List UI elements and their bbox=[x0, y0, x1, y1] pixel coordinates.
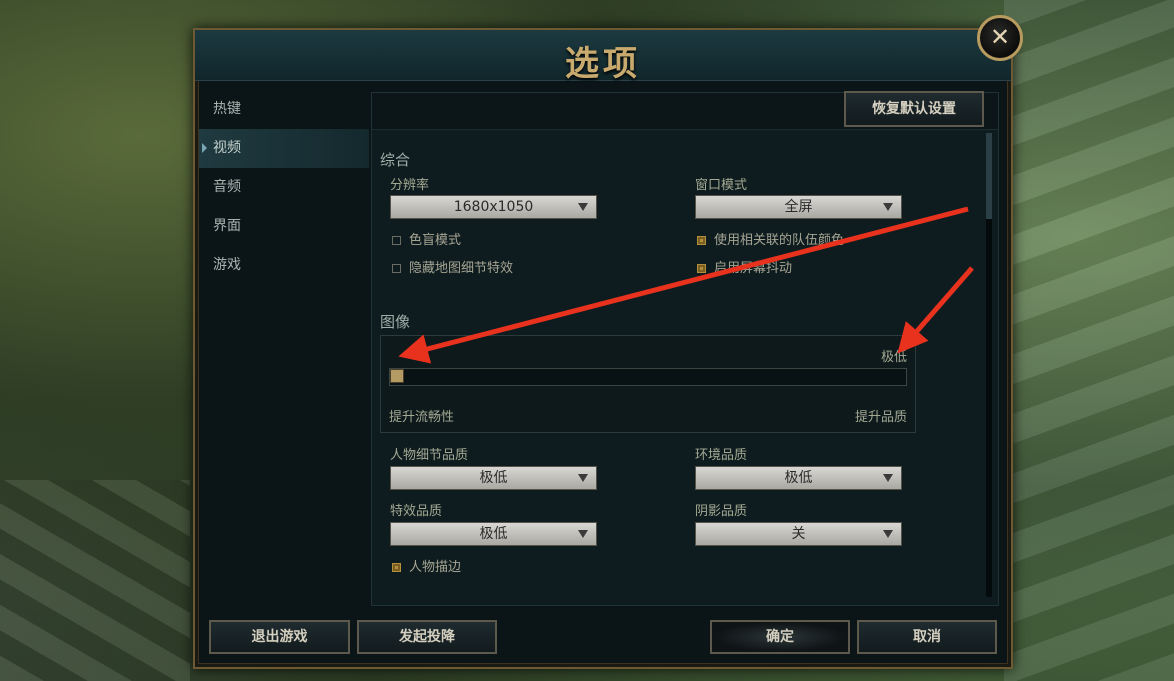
surrender-button[interactable]: 发起投降 bbox=[357, 620, 497, 654]
screen-shake-checkbox[interactable]: 启用屏幕抖动 bbox=[697, 257, 792, 276]
background-stones-left bbox=[0, 480, 190, 681]
background-stones-right bbox=[1004, 0, 1174, 681]
dialog-title-bar: 选项 bbox=[195, 30, 1011, 84]
shadow-quality-dropdown[interactable]: 关 bbox=[695, 522, 902, 546]
chevron-down-icon bbox=[883, 203, 893, 211]
dialog-title: 选项 bbox=[565, 44, 641, 84]
sidebar-item-game[interactable]: 游戏 bbox=[199, 246, 369, 285]
sidebar-item-hotkeys[interactable]: 热键 bbox=[199, 90, 369, 129]
effects-quality-value: 极低 bbox=[479, 526, 508, 542]
window-mode-dropdown[interactable]: 全屏 bbox=[695, 195, 902, 219]
options-dialog: 选项 热键 视频 音频 界面 游戏 恢复默认设置 综合 分辨率 1680x105… bbox=[193, 28, 1013, 669]
effects-quality-label: 特效品质 bbox=[390, 504, 443, 519]
chevron-down-icon bbox=[883, 474, 893, 482]
scrollbar[interactable] bbox=[986, 133, 992, 597]
checkbox-label: 色盲模式 bbox=[409, 233, 462, 248]
options-sidebar: 热键 视频 音频 界面 游戏 bbox=[199, 90, 369, 285]
checkbox-label: 启用屏幕抖动 bbox=[714, 261, 793, 276]
character-quality-value: 极低 bbox=[479, 470, 508, 486]
content-header: 恢复默认设置 bbox=[372, 91, 998, 130]
close-icon[interactable]: ✕ bbox=[977, 15, 1023, 61]
graphics-quality-box: 极低 提升流畅性 提升品质 bbox=[380, 335, 916, 433]
resolution-dropdown[interactable]: 1680x1050 bbox=[390, 195, 597, 219]
sidebar-item-video[interactable]: 视频 bbox=[199, 129, 369, 168]
chevron-down-icon bbox=[578, 530, 588, 538]
shadow-quality-label: 阴影品质 bbox=[695, 504, 748, 519]
checkbox-box-checked bbox=[392, 563, 401, 572]
hide-map-effects-checkbox[interactable]: 隐藏地图细节特效 bbox=[392, 257, 513, 276]
ok-button[interactable]: 确定 bbox=[710, 620, 850, 654]
team-colors-checkbox[interactable]: 使用相关联的队伍颜色 bbox=[697, 229, 844, 248]
section-title-general: 综合 bbox=[380, 151, 411, 169]
character-quality-label: 人物细节品质 bbox=[390, 448, 469, 463]
slider-handle[interactable] bbox=[390, 369, 404, 383]
sidebar-item-interface[interactable]: 界面 bbox=[199, 207, 369, 246]
section-title-graphics: 图像 bbox=[380, 313, 411, 331]
effects-quality-dropdown[interactable]: 极低 bbox=[390, 522, 597, 546]
chevron-down-icon bbox=[883, 530, 893, 538]
checkbox-label: 隐藏地图细节特效 bbox=[409, 261, 514, 276]
character-quality-dropdown[interactable]: 极低 bbox=[390, 466, 597, 490]
character-outline-checkbox[interactable]: 人物描边 bbox=[392, 556, 461, 575]
sidebar-item-audio[interactable]: 音频 bbox=[199, 168, 369, 207]
checkbox-label: 人物描边 bbox=[409, 560, 462, 575]
video-settings-panel: 恢复默认设置 综合 分辨率 1680x1050 窗口模式 全屏 色盲模式 隐藏地… bbox=[371, 91, 999, 606]
graphics-quality-value: 极低 bbox=[880, 350, 907, 365]
window-mode-value: 全屏 bbox=[784, 199, 813, 215]
restore-defaults-button[interactable]: 恢复默认设置 bbox=[844, 91, 984, 127]
environment-quality-value: 极低 bbox=[784, 470, 813, 486]
slider-left-label: 提升流畅性 bbox=[389, 410, 455, 425]
scrollbar-thumb[interactable] bbox=[986, 133, 992, 219]
resolution-label: 分辨率 bbox=[390, 178, 430, 193]
checkbox-box-checked bbox=[697, 264, 706, 273]
checkbox-box-checked bbox=[697, 236, 706, 245]
chevron-down-icon bbox=[578, 474, 588, 482]
graphics-quality-slider[interactable] bbox=[389, 368, 907, 386]
exit-game-button[interactable]: 退出游戏 bbox=[209, 620, 350, 654]
window-mode-label: 窗口模式 bbox=[695, 178, 748, 193]
shadow-quality-value: 关 bbox=[791, 526, 806, 542]
cancel-button[interactable]: 取消 bbox=[857, 620, 997, 654]
checkbox-label: 使用相关联的队伍颜色 bbox=[714, 233, 845, 248]
slider-right-label: 提升品质 bbox=[854, 410, 907, 425]
checkbox-box bbox=[392, 236, 401, 245]
colorblind-checkbox[interactable]: 色盲模式 bbox=[392, 229, 461, 248]
chevron-down-icon bbox=[578, 203, 588, 211]
environment-quality-label: 环境品质 bbox=[695, 448, 748, 463]
environment-quality-dropdown[interactable]: 极低 bbox=[695, 466, 902, 490]
checkbox-box bbox=[392, 264, 401, 273]
resolution-value: 1680x1050 bbox=[453, 199, 534, 215]
